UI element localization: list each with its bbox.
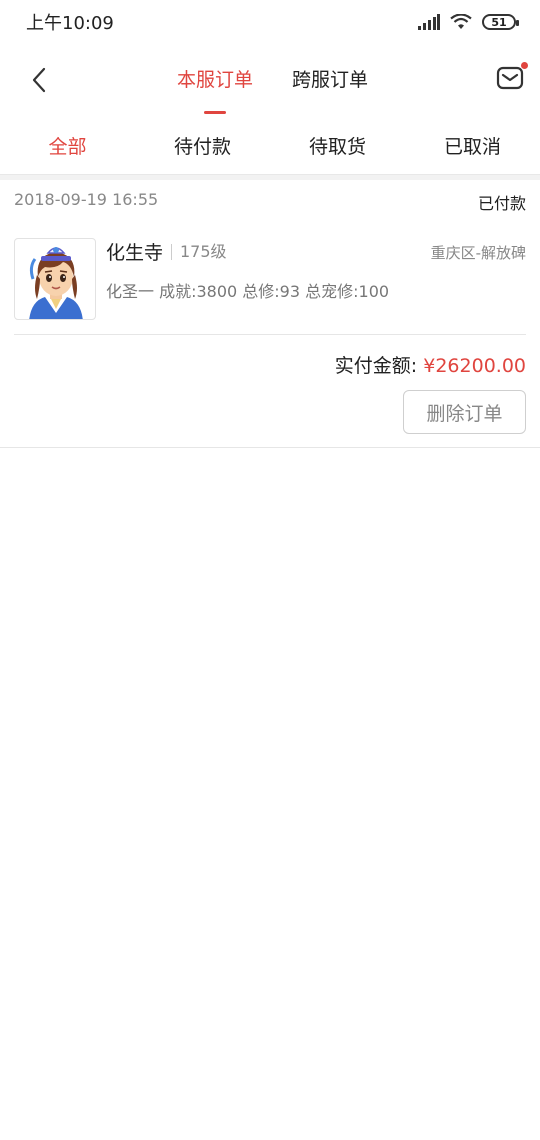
- tab-cross-server-orders[interactable]: 跨服订单: [292, 66, 368, 106]
- header: 本服订单 跨服订单: [0, 44, 540, 116]
- character-avatar: [14, 238, 96, 320]
- filter-tab-pending-payment[interactable]: 待付款: [135, 132, 270, 159]
- filter-tab-all[interactable]: 全部: [0, 132, 135, 159]
- total-line: 实付金额: ¥26200.00: [335, 351, 526, 378]
- message-button[interactable]: [494, 62, 528, 94]
- order-card[interactable]: 2018-09-19 16:55 已付款 化生寺 175级 重庆区-解放碑 化圣…: [0, 180, 540, 448]
- back-button[interactable]: [24, 62, 54, 98]
- server-name: 重庆区-解放碑: [430, 244, 526, 262]
- chevron-left-icon: [32, 67, 46, 93]
- order-date: 2018-09-19 16:55: [14, 190, 159, 209]
- signal-icon: [418, 14, 440, 30]
- tab-local-orders[interactable]: 本服订单: [177, 66, 253, 114]
- status-icons: 51: [418, 14, 519, 30]
- filter-tab-pending-pickup[interactable]: 待取货: [270, 132, 405, 159]
- total-amount: ¥26200.00: [423, 355, 526, 377]
- order-status: 已付款: [477, 194, 526, 213]
- status-time: 上午10:09: [26, 13, 114, 34]
- battery-icon: 51: [482, 14, 519, 30]
- filter-tab-cancelled[interactable]: 已取消: [405, 132, 540, 159]
- total-label: 实付金额:: [334, 355, 418, 377]
- mail-icon: [496, 66, 524, 90]
- character-level: 175级: [171, 244, 227, 260]
- battery-level: 51: [491, 15, 507, 29]
- card-divider: [14, 334, 526, 335]
- delete-order-button[interactable]: 删除订单: [403, 390, 526, 434]
- order-item[interactable]: 化生寺 175级 重庆区-解放碑 化圣一 成就:3800 总修:93 总宠修:1…: [14, 238, 526, 320]
- unread-dot: [521, 62, 528, 69]
- status-bar: 上午10:09 51: [0, 0, 540, 44]
- order-filter-tabs: 全部 待付款 待取货 已取消: [0, 116, 540, 174]
- wifi-icon: [450, 14, 472, 29]
- character-school: 化生寺: [106, 242, 164, 264]
- character-stats: 化圣一 成就:3800 总修:93 总宠修:100: [106, 282, 390, 301]
